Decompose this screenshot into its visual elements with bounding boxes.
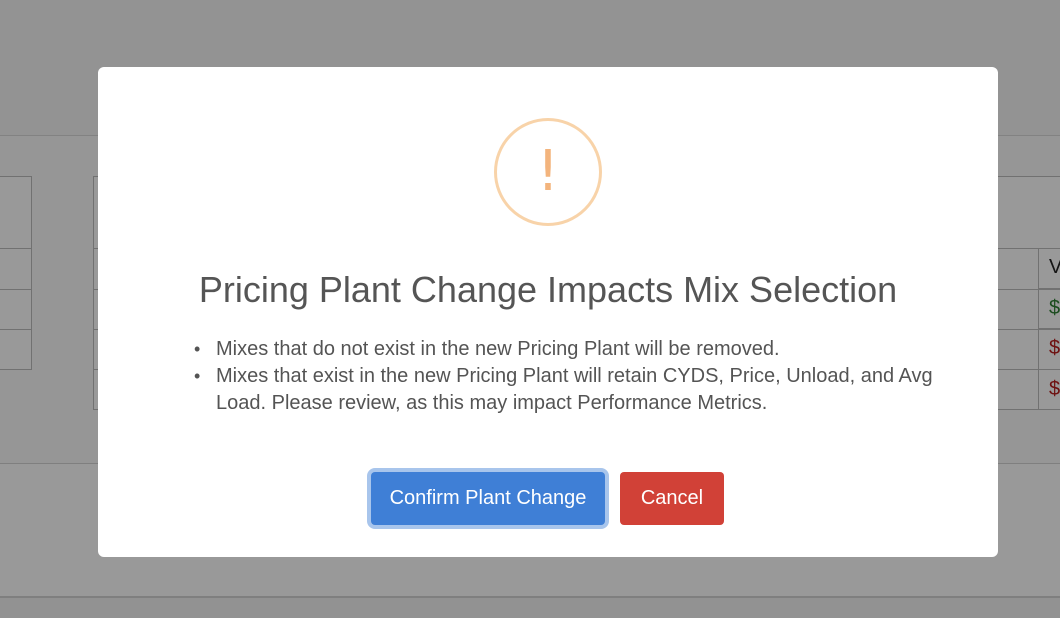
page: V $ $ $ ! Pricing Plant Change Impacts M… [0,0,1060,618]
bullet-icon: • [194,339,201,359]
bullet-icon: • [194,366,201,386]
cancel-button[interactable]: Cancel [620,472,724,525]
exclamation-warning-icon: ! [494,118,602,226]
list-item-text: Mixes that do not exist in the new Prici… [216,338,780,360]
dialog-title: Pricing Plant Change Impacts Mix Selecti… [198,269,898,310]
list-item: • Mixes that exist in the new Pricing Pl… [194,363,954,417]
dialog-message-list: • Mixes that do not exist in the new Pri… [194,336,954,417]
list-item: • Mixes that do not exist in the new Pri… [194,336,954,363]
confirm-plant-change-button[interactable]: Confirm Plant Change [371,472,605,525]
exclamation-glyph: ! [536,139,560,204]
confirm-dialog: ! Pricing Plant Change Impacts Mix Selec… [98,67,998,557]
list-item-text: Mixes that exist in the new Pricing Plan… [216,365,933,414]
